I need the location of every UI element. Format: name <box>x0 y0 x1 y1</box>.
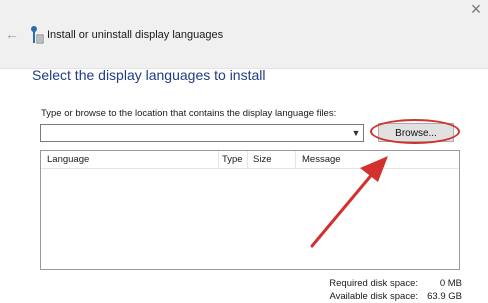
language-globe-icon <box>31 26 44 44</box>
available-disk-label: Available disk space: <box>329 291 418 302</box>
column-language[interactable]: Language <box>47 151 89 168</box>
page-heading: Select the display languages to install <box>32 67 266 83</box>
column-divider[interactable] <box>295 151 296 168</box>
close-icon[interactable]: × <box>466 0 486 18</box>
chevron-down-icon[interactable]: ▼ <box>351 126 361 140</box>
column-type[interactable]: Type <box>222 151 243 168</box>
column-size[interactable]: Size <box>253 151 271 168</box>
browse-button[interactable]: Browse... <box>378 123 454 142</box>
back-arrow-icon[interactable]: ← <box>5 27 19 41</box>
location-prompt: Type or browse to the location that cont… <box>41 108 337 119</box>
available-disk-value: 63.9 GB <box>427 291 462 302</box>
required-disk-label: Required disk space: <box>329 278 418 289</box>
column-divider[interactable] <box>218 151 219 168</box>
title-bar: × ← Install or uninstall display languag… <box>0 0 488 69</box>
language-list[interactable]: Language Type Size Message <box>40 150 460 270</box>
column-divider[interactable] <box>247 151 248 168</box>
window-title: Install or uninstall display languages <box>47 29 224 41</box>
column-message[interactable]: Message <box>302 151 341 168</box>
list-header: Language Type Size Message <box>41 151 459 169</box>
required-disk-value: 0 MB <box>439 278 462 289</box>
location-combobox[interactable]: ▼ <box>40 124 364 142</box>
